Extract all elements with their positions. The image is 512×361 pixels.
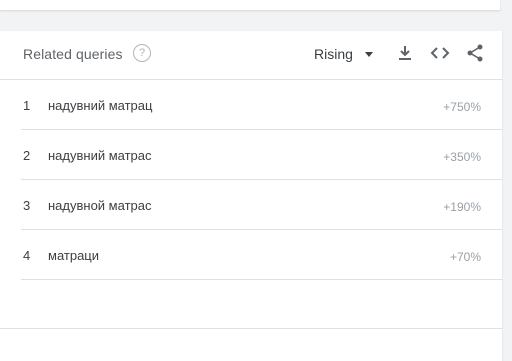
query-row[interactable]: 3 надувной матрас +190% [21, 180, 502, 230]
filter-label: Rising [314, 46, 353, 62]
card-header: Related queries ? Rising [0, 31, 502, 80]
query-value: +350% [443, 150, 481, 164]
card-title: Related queries [23, 46, 123, 62]
query-rank: 1 [23, 98, 31, 113]
query-row[interactable]: 1 надувний матрац +750% [21, 80, 502, 130]
query-row[interactable]: 2 надувний матрас +350% [21, 130, 502, 180]
query-text[interactable]: надувний матрац [48, 98, 152, 113]
query-rank: 4 [23, 248, 31, 263]
query-rank: 2 [23, 148, 31, 163]
query-value: +750% [443, 100, 481, 114]
share-icon[interactable] [465, 43, 485, 63]
help-icon[interactable]: ? [133, 44, 151, 62]
query-rank: 3 [23, 198, 31, 213]
query-text[interactable]: матраци [48, 248, 99, 263]
rising-filter-dropdown[interactable]: Rising [314, 46, 373, 62]
query-text[interactable]: надувний матрас [48, 148, 152, 163]
query-row[interactable]: 4 матраци +70% [21, 230, 502, 280]
query-value: +190% [443, 200, 481, 214]
embed-code-icon[interactable] [430, 43, 450, 63]
related-queries-card: Related queries ? Rising 1 надувний матр… [0, 31, 502, 361]
card-footer-divider [0, 328, 502, 329]
query-value: +70% [449, 250, 481, 264]
previous-card-edge [0, 0, 500, 10]
query-text[interactable]: надувной матрас [48, 198, 151, 213]
related-queries-list: 1 надувний матрац +750% 2 надувний матра… [0, 80, 502, 280]
download-icon[interactable] [395, 43, 415, 63]
dropdown-arrow-icon [364, 51, 373, 57]
